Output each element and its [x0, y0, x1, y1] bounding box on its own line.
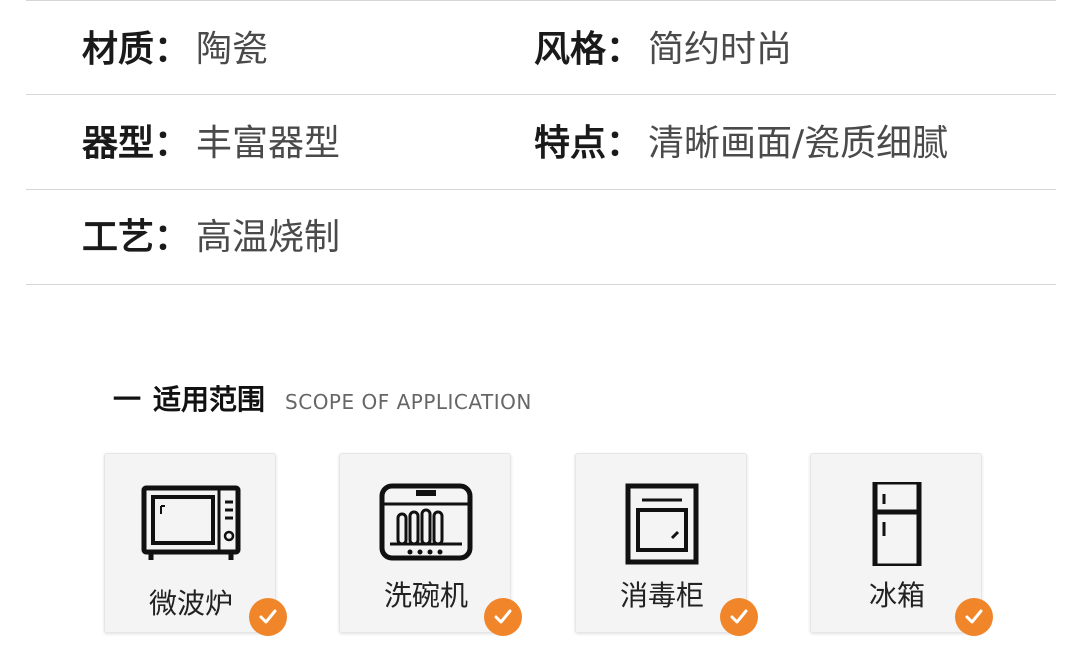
spec-colon: ：	[154, 29, 191, 70]
spec-key: 材质	[82, 29, 155, 70]
spec-key: 工艺	[82, 217, 155, 258]
divider-2	[26, 189, 1056, 190]
spec-value: 陶瓷	[196, 29, 269, 70]
spec-colon: ：	[606, 123, 643, 164]
spec-colon: ：	[606, 29, 643, 70]
spec-craft: 工艺： 高温烧制	[82, 218, 340, 258]
spec-colon: ：	[154, 217, 191, 258]
check-icon	[249, 598, 287, 636]
spec-key: 特点	[534, 123, 607, 164]
section-heading: 一 适用范围 SCOPE OF APPLICATION	[113, 378, 532, 418]
check-icon	[720, 598, 758, 636]
check-icon	[484, 598, 522, 636]
section-subtitle: SCOPE OF APPLICATION	[285, 390, 532, 414]
spec-key: 器型	[82, 123, 155, 164]
scope-card-dishwasher: 洗碗机	[339, 453, 522, 636]
check-icon	[955, 598, 993, 636]
spec-value: 简约时尚	[648, 29, 793, 70]
spec-material: 材质： 陶瓷	[82, 30, 268, 70]
divider-1	[26, 94, 1056, 95]
spec-key: 风格	[534, 29, 607, 70]
dishwasher-icon	[379, 483, 473, 561]
spec-value: 丰富器型	[196, 123, 341, 164]
spec-value: 清晰画面/瓷质细腻	[648, 123, 949, 164]
scope-card-sterilizer: 消毒柜	[575, 453, 758, 636]
spec-colon: ：	[154, 123, 191, 164]
refrigerator-icon	[872, 482, 922, 566]
section-dash: 一	[113, 383, 142, 416]
spec-shape: 器型： 丰富器型	[82, 124, 340, 164]
spec-value: 高温烧制	[196, 217, 341, 258]
spec-style: 风格： 简约时尚	[534, 30, 792, 70]
divider-top	[26, 0, 1056, 1]
microwave-icon	[141, 485, 241, 560]
scope-card-microwave: 微波炉	[104, 453, 287, 636]
scope-card-refrigerator: 冰箱	[810, 453, 993, 636]
spec-feature: 特点： 清晰画面/瓷质细腻	[534, 124, 948, 164]
sterilizer-cabinet-icon	[625, 483, 699, 565]
section-title: 适用范围	[153, 383, 266, 416]
divider-3	[26, 284, 1056, 285]
